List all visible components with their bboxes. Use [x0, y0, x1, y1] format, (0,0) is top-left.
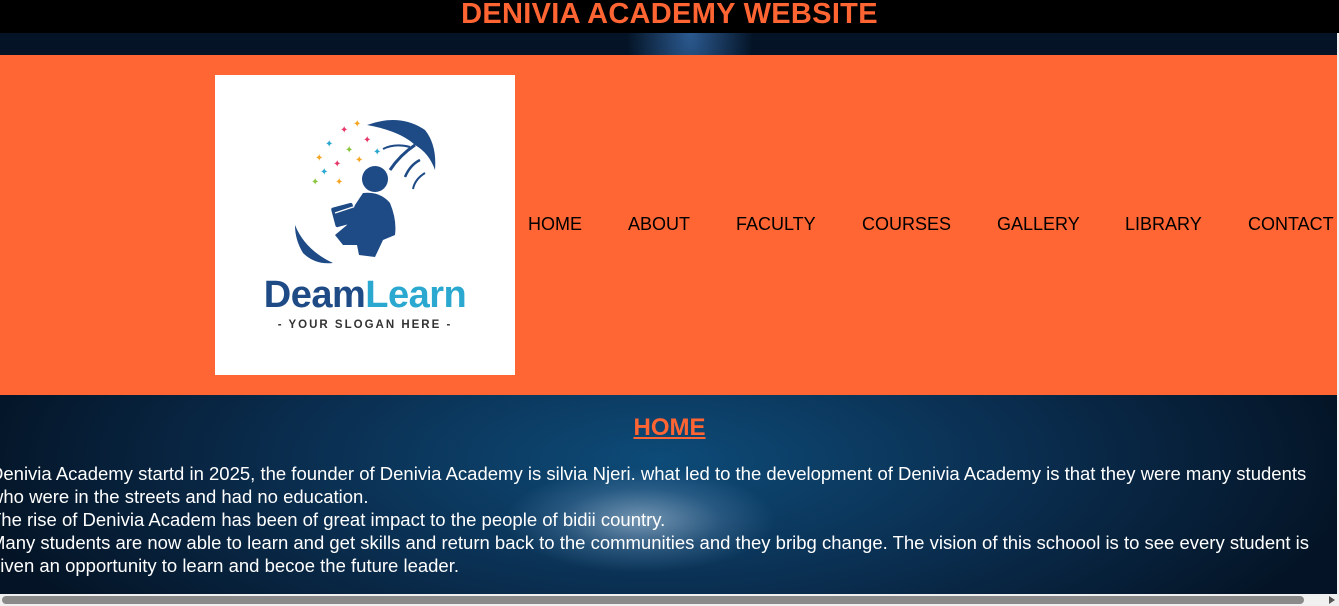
logo-word-dark: Deam [263, 274, 366, 316]
svg-text:✦: ✦ [320, 167, 328, 178]
paragraph-impact: The rise of Denivia Academ has been of g… [0, 509, 666, 530]
home-content: Denivia Academy startd in 2025, the foun… [0, 462, 1332, 577]
svg-text:✦: ✦ [355, 155, 363, 166]
scroll-right-arrow-icon[interactable] [1329, 596, 1335, 604]
header: ✦ ✦ ✦ ✦ ✦ ✦ ✦ ✦ ✦ ✦ ✦ ✦ DeamLearn - YOUR… [0, 55, 1337, 395]
site-title: DENIVIA ACADEMY WEBSITE [461, 0, 878, 30]
scrollbar-thumb[interactable] [2, 596, 1304, 604]
paragraph-vision: Many students are now able to learn and … [0, 532, 1310, 576]
logo-wordmark: DeamLearn [215, 275, 515, 315]
nav-home[interactable]: HOME [528, 213, 582, 235]
home-heading: HOME [633, 414, 706, 441]
svg-text:✦: ✦ [345, 145, 353, 156]
nav-gallery[interactable]: GALLERY [997, 213, 1080, 235]
logo-slogan: - YOUR SLOGAN HERE - [277, 319, 453, 331]
svg-text:✦: ✦ [363, 135, 371, 146]
svg-text:✦: ✦ [353, 119, 361, 130]
svg-text:✦: ✦ [335, 177, 343, 188]
paragraph-history: Denivia Academy startd in 2025, the foun… [0, 463, 1307, 507]
svg-text:✦: ✦ [311, 177, 319, 188]
section-heading: HOME [0, 413, 1339, 443]
main-nav: HOME ABOUT FACULTY COURSES GALLERY LIBRA… [0, 213, 1339, 235]
horizontal-scrollbar[interactable] [0, 594, 1339, 606]
logo-word-light: Learn [365, 274, 467, 316]
site-title-bar: DENIVIA ACADEMY WEBSITE [0, 0, 1339, 33]
svg-text:✦: ✦ [373, 147, 381, 158]
nav-library[interactable]: LIBRARY [1125, 213, 1202, 235]
nav-faculty[interactable]: FACULTY [736, 213, 816, 235]
nav-contact[interactable]: CONTACT [1248, 213, 1334, 235]
svg-text:✦: ✦ [325, 139, 333, 150]
svg-text:✦: ✦ [315, 153, 323, 164]
nav-about[interactable]: ABOUT [628, 213, 690, 235]
svg-text:✦: ✦ [333, 159, 341, 170]
svg-text:✦: ✦ [340, 125, 348, 136]
nav-courses[interactable]: COURSES [862, 213, 951, 235]
